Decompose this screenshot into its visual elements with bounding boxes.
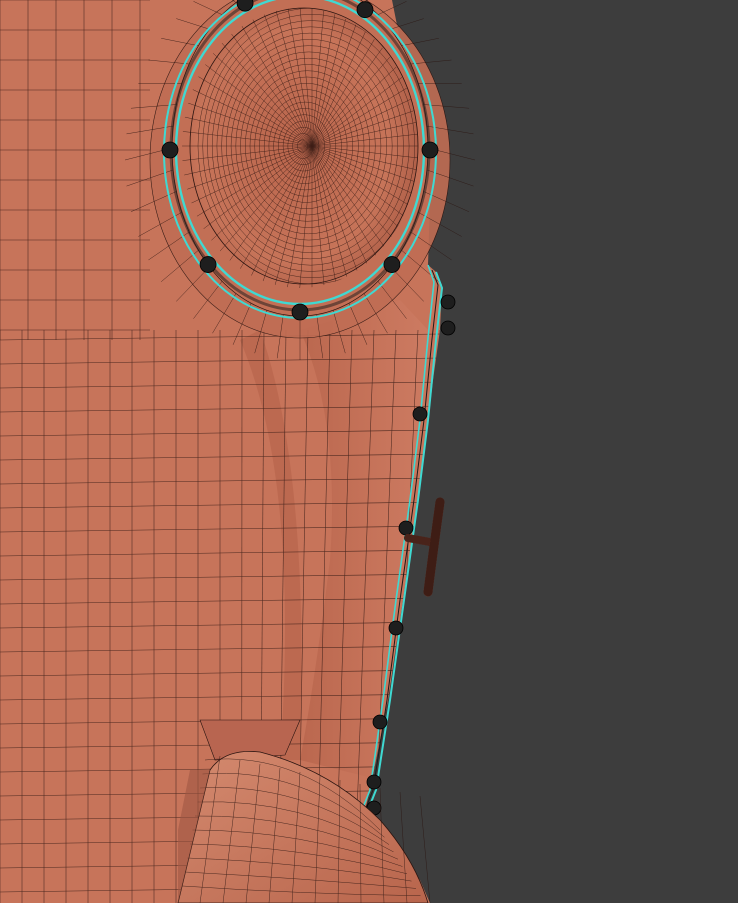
rail-bolt[interactable] (388, 620, 404, 636)
rail-bolt[interactable] (366, 774, 382, 790)
porthole-bolt[interactable] (291, 303, 309, 321)
rail-bolt[interactable] (440, 320, 456, 336)
rail-bolt[interactable] (440, 294, 456, 310)
rail-bolt[interactable] (412, 406, 428, 422)
3d-viewport[interactable] (0, 0, 738, 903)
porthole-bolt[interactable] (161, 141, 179, 159)
porthole-bolt[interactable] (199, 256, 217, 273)
rail-bolt[interactable] (372, 714, 388, 730)
porthole-bolt[interactable] (356, 1, 374, 19)
porthole-bolt[interactable] (383, 256, 401, 273)
porthole-bolt[interactable] (421, 141, 439, 159)
rail-bolt[interactable] (398, 520, 414, 536)
